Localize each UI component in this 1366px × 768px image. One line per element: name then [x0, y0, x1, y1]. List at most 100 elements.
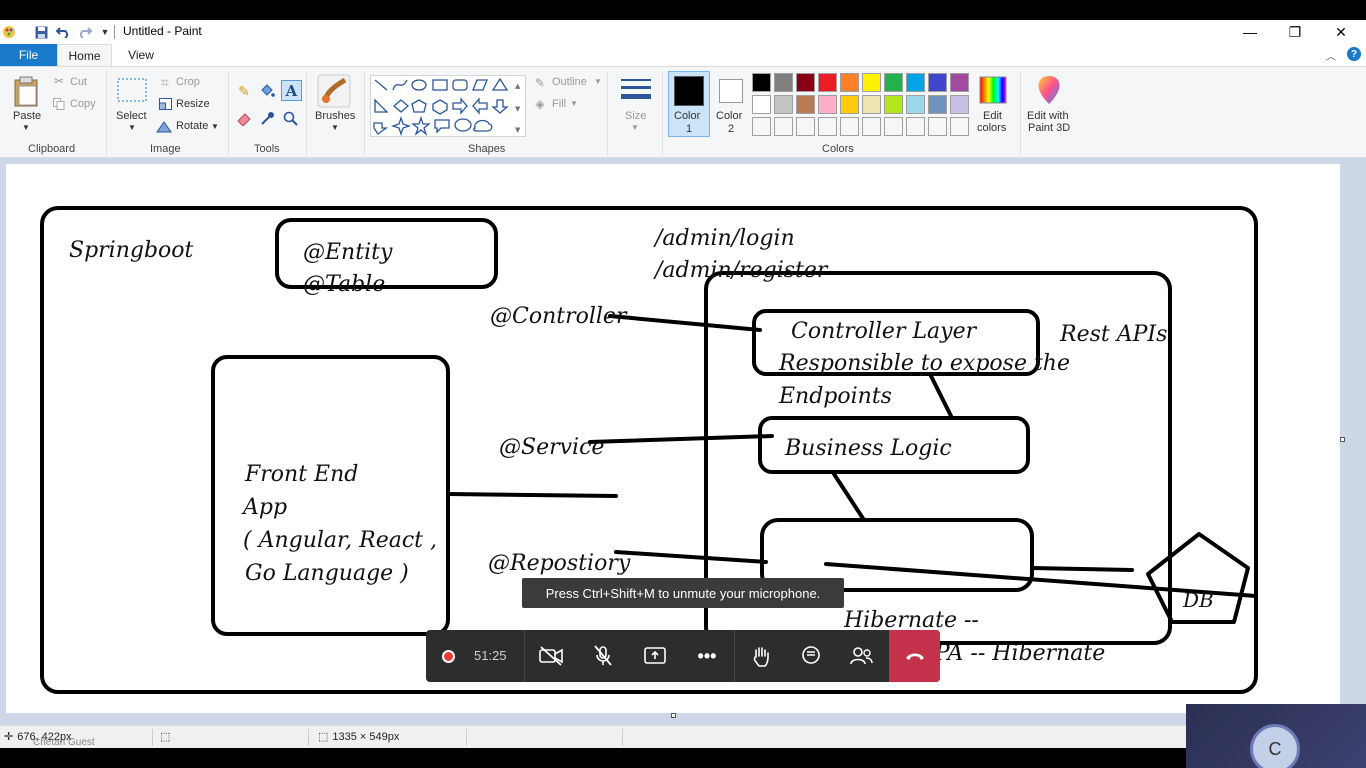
- palette-swatch[interactable]: [752, 73, 771, 92]
- brushes-icon[interactable]: [316, 73, 352, 109]
- fill-label[interactable]: Fill: [552, 98, 566, 110]
- custom-color-slot[interactable]: [862, 117, 881, 136]
- tab-home[interactable]: Home: [57, 44, 112, 66]
- paste-dropdown-icon[interactable]: ▼: [22, 123, 30, 132]
- camera-off-icon[interactable]: [526, 630, 576, 682]
- canvas-resize-handle-bottom[interactable]: [671, 713, 676, 718]
- raise-hand-icon[interactable]: [736, 630, 786, 682]
- custom-color-slot[interactable]: [752, 117, 771, 136]
- palette-swatch[interactable]: [840, 73, 859, 92]
- pencil-icon[interactable]: ✎: [235, 82, 253, 100]
- participant-video-tile[interactable]: C: [1186, 704, 1366, 768]
- magnifier-icon[interactable]: [282, 110, 300, 128]
- collapse-ribbon-icon[interactable]: ︿: [1326, 48, 1336, 63]
- edit-colors-icon[interactable]: [978, 75, 1008, 105]
- paste-icon[interactable]: [12, 75, 42, 109]
- palette-swatch[interactable]: [752, 95, 771, 114]
- controller-service-link: [928, 372, 954, 420]
- fill-icon[interactable]: ◈: [533, 97, 547, 111]
- outline-label[interactable]: Outline: [552, 76, 587, 88]
- rotate-label[interactable]: Rotate: [176, 120, 208, 132]
- palette-swatch[interactable]: [906, 73, 925, 92]
- minimize-button[interactable]: —: [1227, 20, 1273, 44]
- custom-color-slot[interactable]: [928, 117, 947, 136]
- more-options-icon[interactable]: •••: [682, 630, 732, 682]
- palette-swatch[interactable]: [928, 73, 947, 92]
- palette-swatch[interactable]: [928, 95, 947, 114]
- canvas-resize-handle-right[interactable]: [1340, 437, 1345, 442]
- meeting-toolbar: 51:25 •••: [426, 630, 940, 682]
- close-button[interactable]: ✕: [1318, 20, 1364, 44]
- custom-color-slot[interactable]: [796, 117, 815, 136]
- tab-view[interactable]: View: [116, 44, 166, 66]
- custom-color-slot[interactable]: [818, 117, 837, 136]
- copy-icon[interactable]: [52, 97, 66, 111]
- customize-qat-icon[interactable]: ▼: [96, 23, 114, 41]
- cut-label[interactable]: Cut: [70, 76, 87, 88]
- paint3d-icon[interactable]: [1034, 73, 1064, 107]
- palette-swatch[interactable]: [862, 95, 881, 114]
- status-separator: [308, 729, 309, 746]
- palette-swatch[interactable]: [796, 73, 815, 92]
- palette-swatch[interactable]: [862, 73, 881, 92]
- size-label[interactable]: Size: [625, 110, 646, 122]
- cut-icon[interactable]: ✂: [52, 74, 66, 88]
- redo-icon[interactable]: [76, 23, 94, 41]
- custom-color-slot[interactable]: [950, 117, 969, 136]
- outline-icon[interactable]: ✎: [533, 76, 547, 90]
- front-end-text: Front End: [245, 462, 359, 487]
- copy-label[interactable]: Copy: [70, 98, 96, 110]
- size-dropdown-icon[interactable]: ▼: [631, 123, 639, 132]
- crop-label[interactable]: Crop: [176, 76, 200, 88]
- hang-up-button[interactable]: [889, 630, 940, 682]
- crop-icon[interactable]: ⌗: [158, 74, 172, 90]
- palette-swatch[interactable]: [884, 95, 903, 114]
- select-label[interactable]: Select: [116, 110, 147, 122]
- paint-app-icon[interactable]: [0, 23, 18, 41]
- shapes-group-label: Shapes: [468, 143, 506, 155]
- resize-icon[interactable]: [158, 97, 172, 111]
- rotate-dropdown-icon[interactable]: ▼: [211, 122, 219, 131]
- palette-swatch[interactable]: [796, 95, 815, 114]
- tab-file[interactable]: File: [0, 44, 57, 66]
- participants-icon[interactable]: [836, 630, 886, 682]
- select-icon[interactable]: [116, 77, 148, 103]
- help-icon[interactable]: ?: [1347, 47, 1361, 61]
- text-tool-icon[interactable]: A: [281, 80, 302, 101]
- custom-color-slot[interactable]: [774, 117, 793, 136]
- shapes-gallery[interactable]: ▲ ▼ ▼: [370, 75, 526, 137]
- palette-swatch[interactable]: [818, 95, 837, 114]
- palette-swatch[interactable]: [774, 73, 793, 92]
- custom-color-slot[interactable]: [906, 117, 925, 136]
- brushes-dropdown-icon[interactable]: ▼: [331, 123, 339, 132]
- fill-dropdown-icon[interactable]: ▼: [570, 99, 578, 108]
- palette-swatch[interactable]: [906, 95, 925, 114]
- palette-swatch[interactable]: [840, 95, 859, 114]
- color-picker-icon[interactable]: [258, 110, 276, 128]
- guest-name: Chetan Guest: [33, 737, 95, 748]
- palette-swatch[interactable]: [950, 73, 969, 92]
- custom-color-slot[interactable]: [840, 117, 859, 136]
- save-icon[interactable]: [32, 23, 50, 41]
- palette-swatch[interactable]: [818, 73, 837, 92]
- rotate-icon[interactable]: [156, 119, 172, 133]
- select-dropdown-icon[interactable]: ▼: [128, 123, 136, 132]
- restore-button[interactable]: ❐: [1272, 20, 1318, 44]
- eraser-icon[interactable]: [235, 110, 253, 128]
- chat-icon[interactable]: [786, 630, 836, 682]
- resize-label[interactable]: Resize: [176, 98, 210, 110]
- color2-swatch[interactable]: [719, 79, 743, 103]
- palette-swatch[interactable]: [884, 73, 903, 92]
- paste-label[interactable]: Paste: [13, 110, 41, 122]
- brushes-label[interactable]: Brushes: [315, 110, 355, 122]
- size-icon[interactable]: [618, 75, 654, 105]
- outline-dropdown-icon[interactable]: ▼: [594, 77, 602, 86]
- custom-color-slot[interactable]: [884, 117, 903, 136]
- fill-bucket-icon[interactable]: [258, 82, 276, 100]
- palette-swatch[interactable]: [774, 95, 793, 114]
- group-separator: [1020, 71, 1021, 155]
- share-screen-icon[interactable]: [630, 630, 680, 682]
- palette-swatch[interactable]: [950, 95, 969, 114]
- undo-icon[interactable]: [54, 23, 72, 41]
- microphone-muted-icon[interactable]: [578, 630, 628, 682]
